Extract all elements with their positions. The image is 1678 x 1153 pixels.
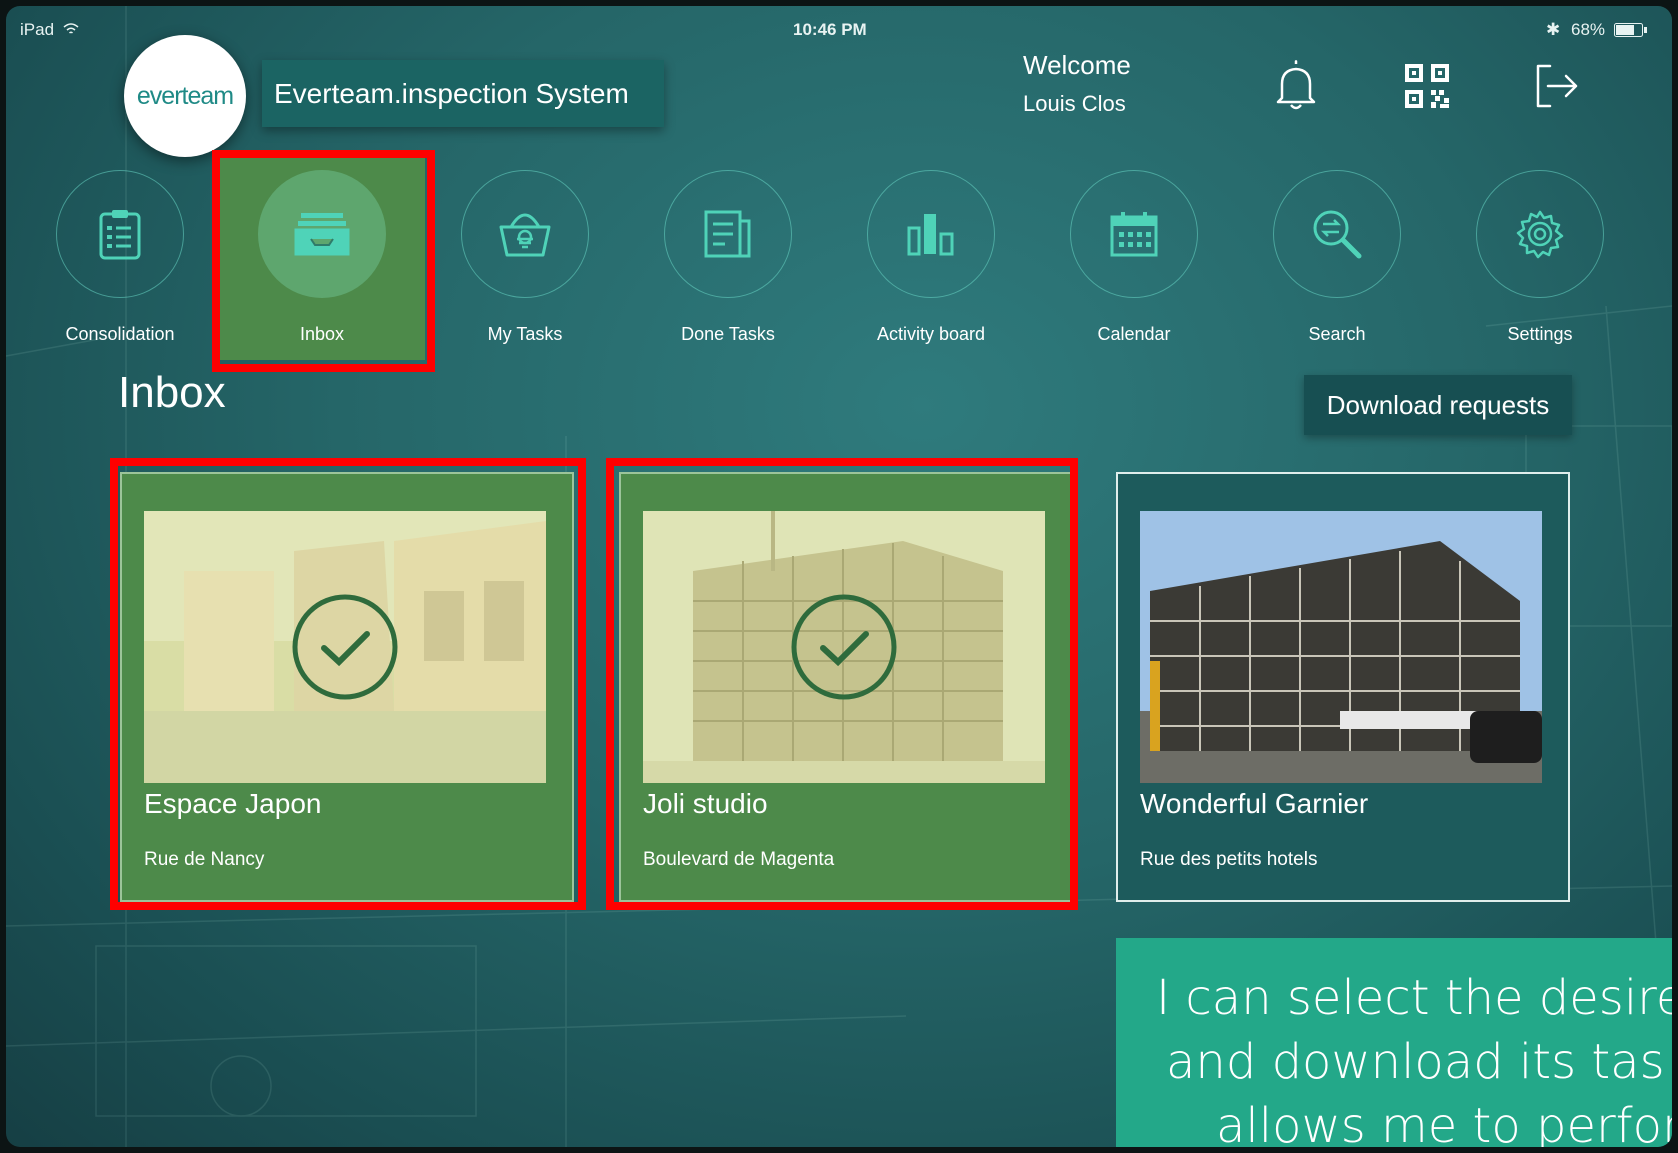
nav-circle	[1476, 170, 1604, 298]
device-name: iPad	[20, 20, 55, 39]
bluetooth-icon: ✱	[1546, 20, 1561, 39]
card-highlight-box	[606, 458, 1078, 910]
battery-icon	[1613, 23, 1647, 37]
ipad-screen: iPad 10:46 PM ✱ 68% everteam Everteam.in…	[6, 6, 1672, 1147]
building-photo	[1140, 511, 1542, 783]
nav-label: Search	[1308, 324, 1366, 344]
qr-code-icon[interactable]	[1397, 56, 1457, 116]
status-time: 10:46 PM	[793, 20, 867, 39]
nav-circle	[56, 170, 184, 298]
document-icon	[704, 210, 751, 258]
calendar-icon	[1110, 212, 1158, 257]
user-name: Louis Clos	[1023, 91, 1126, 116]
tooltip-line-3: allows me to perform	[1216, 1098, 1672, 1147]
basket-icon	[499, 213, 551, 257]
request-card-wonderful-garnier[interactable]: Wonderful Garnier Rue des petits hotels	[1116, 472, 1570, 902]
building-image	[1140, 511, 1542, 783]
logout-icon[interactable]	[1526, 56, 1586, 116]
card-title: Wonderful Garnier	[1140, 788, 1369, 819]
card-address: Rue des petits hotels	[1140, 849, 1318, 870]
nav-label: Activity board	[876, 324, 986, 344]
inbox-highlight-box	[212, 150, 435, 372]
nav-label: My Tasks	[487, 324, 563, 344]
bell-icon[interactable]	[1266, 56, 1326, 116]
page-title: Inbox	[118, 368, 226, 417]
nav-circle	[1070, 170, 1198, 298]
nav-item-activity-board[interactable]: Activity board	[831, 170, 1031, 345]
welcome-block: Welcome Louis Clos	[1023, 50, 1131, 117]
nav-circle	[867, 170, 995, 298]
tooltip-line-1: I can select the desired	[1156, 970, 1672, 1026]
battery-percent: 68%	[1570, 20, 1606, 39]
status-battery: ✱ 68%	[1546, 20, 1648, 40]
welcome-label: Welcome	[1023, 50, 1131, 80]
logo-text: everteam	[136, 81, 234, 110]
nav-item-consolidation[interactable]: Consolidation	[20, 170, 220, 345]
nav-label: Calendar	[1097, 324, 1171, 344]
nav-item-search[interactable]: Search	[1237, 170, 1437, 345]
nav-circle	[461, 170, 589, 298]
card-highlight-box	[110, 458, 586, 910]
status-device: iPad	[20, 20, 79, 40]
nav-label: Settings	[1507, 324, 1573, 344]
everteam-logo: everteam	[124, 35, 246, 157]
nav-label: Consolidation	[65, 324, 175, 344]
clipboard-icon	[99, 210, 141, 260]
bar-chart-icon	[907, 214, 954, 256]
nav-item-settings[interactable]: Settings	[1440, 170, 1640, 345]
app-title: Everteam.inspection System	[262, 60, 664, 127]
nav-item-calendar[interactable]: Calendar	[1034, 170, 1234, 345]
tooltip-text: I can select the desired and download it…	[1156, 966, 1672, 1147]
nav-circle	[664, 170, 792, 298]
gear-icon	[1516, 210, 1564, 259]
nav-circle	[1273, 170, 1401, 298]
download-requests-button[interactable]: Download requests	[1304, 375, 1572, 435]
wifi-icon	[63, 23, 79, 34]
nav-label: Done Tasks	[681, 324, 775, 344]
tooltip-line-2: and download its task li	[1166, 1034, 1672, 1090]
search-icon	[1313, 210, 1362, 259]
nav-item-done-tasks[interactable]: Done Tasks	[628, 170, 828, 345]
nav-item-my-tasks[interactable]: My Tasks	[425, 170, 625, 345]
